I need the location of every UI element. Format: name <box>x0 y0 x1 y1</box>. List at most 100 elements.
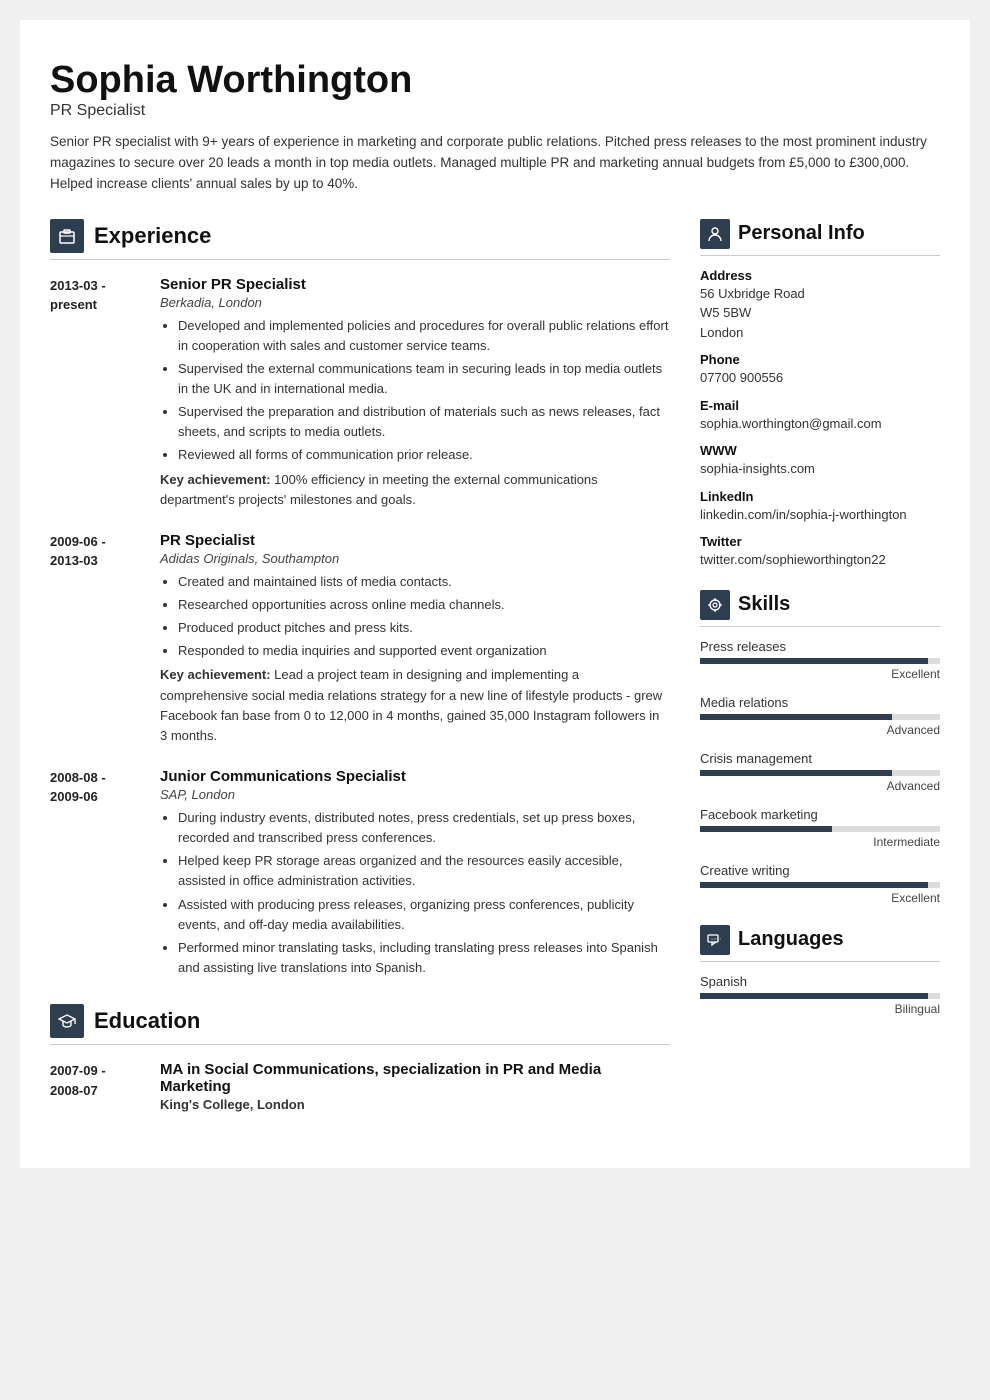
education-section: Education 2007-09 - 2008-07 MA in Social … <box>50 1004 670 1112</box>
experience-section: Experience 2013-03 - presentSenior PR Sp… <box>50 219 670 983</box>
exp-achievement: Key achievement: 100% efficiency in meet… <box>160 470 670 510</box>
skill-item: Crisis management Advanced <box>700 751 940 793</box>
www-label: WWW <box>700 443 940 458</box>
twitter-label: Twitter <box>700 534 940 549</box>
twitter-value: twitter.com/sophieworthington22 <box>700 550 940 570</box>
languages-header: Languages <box>700 925 940 955</box>
skill-item: Facebook marketing Intermediate <box>700 807 940 849</box>
exp-bullet: During industry events, distributed note… <box>178 808 670 848</box>
www-value: sophia-insights.com <box>700 459 940 479</box>
experience-entry: 2009-06 - 2013-03 PR Specialist Adidas Ori… <box>50 532 670 746</box>
skill-name: Creative writing <box>700 863 940 878</box>
education-title: Education <box>94 1008 200 1034</box>
experience-icon <box>50 219 84 253</box>
skill-item: Creative writing Excellent <box>700 863 940 905</box>
experience-divider <box>50 259 670 260</box>
skill-bar-fill <box>700 658 928 664</box>
personal-info-title: Personal Info <box>738 222 865 245</box>
exp-bullet: Performed minor translating tasks, inclu… <box>178 938 670 978</box>
exp-job-title: PR Specialist <box>160 532 670 549</box>
edu-dates: 2007-09 - 2008-07 <box>50 1061 140 1112</box>
experience-title: Experience <box>94 223 211 249</box>
skill-bar-fill <box>700 714 892 720</box>
education-entry: 2007-09 - 2008-07 MA in Social Communicat… <box>50 1061 670 1112</box>
skill-name: Media relations <box>700 695 940 710</box>
exp-bullet: Researched opportunities across online m… <box>178 595 670 615</box>
candidate-title: PR Specialist <box>50 102 940 120</box>
personal-info-header: Personal Info <box>700 219 940 249</box>
exp-bullet: Supervised the preparation and distribut… <box>178 402 670 442</box>
languages-entries: Spanish Bilingual <box>700 974 940 1016</box>
experience-entry: 2013-03 - present Senior PR Specialist Ber… <box>50 276 670 510</box>
exp-bullet: Produced product pitches and press kits. <box>178 618 670 638</box>
skill-item: Press releases Excellent <box>700 639 940 681</box>
personal-info-icon <box>700 219 730 249</box>
education-divider <box>50 1044 670 1045</box>
personal-info-divider <box>700 255 940 256</box>
exp-job-title: Senior PR Specialist <box>160 276 670 293</box>
skill-name: Facebook marketing <box>700 807 940 822</box>
exp-bullets: During industry events, distributed note… <box>160 808 670 978</box>
candidate-summary: Senior PR specialist with 9+ years of ex… <box>50 132 940 195</box>
edu-content: MA in Social Communications, specializat… <box>160 1061 670 1112</box>
languages-icon <box>700 925 730 955</box>
skill-bar-fill <box>700 882 928 888</box>
languages-section: Languages Spanish Bilingual <box>700 925 940 1016</box>
skill-level: Advanced <box>700 723 940 737</box>
exp-dates: 2009-06 - 2013-03 <box>50 532 140 746</box>
skill-level: Advanced <box>700 779 940 793</box>
candidate-name: Sophia Worthington <box>50 60 940 102</box>
exp-bullets: Created and maintained lists of media co… <box>160 572 670 662</box>
exp-company: SAP, London <box>160 787 670 802</box>
skills-section: Skills Press releases Excellent Media rela… <box>700 590 940 905</box>
exp-company: Berkadia, London <box>160 295 670 310</box>
personal-info-section: Personal Info Address 56 Uxbridge RoadW5… <box>700 219 940 570</box>
exp-company: Adidas Originals, Southampton <box>160 551 670 566</box>
skill-bar-fill <box>700 770 892 776</box>
exp-dates: 2013-03 - present <box>50 276 140 510</box>
skill-bar-bg <box>700 714 940 720</box>
exp-dates: 2008-08 - 2009-06 <box>50 768 140 982</box>
language-level: Bilingual <box>700 1002 940 1016</box>
skills-divider <box>700 626 940 627</box>
skills-title: Skills <box>738 593 790 616</box>
skill-item: Media relations Advanced <box>700 695 940 737</box>
address-value: 56 Uxbridge RoadW5 5BWLondon <box>700 284 940 343</box>
linkedin-label: LinkedIn <box>700 489 940 504</box>
left-column: Experience 2013-03 - presentSenior PR Sp… <box>50 219 670 1129</box>
skills-entries: Press releases Excellent Media relations Ad… <box>700 639 940 905</box>
skill-name: Crisis management <box>700 751 940 766</box>
exp-bullet: Helped keep PR storage areas organized a… <box>178 851 670 891</box>
resume-header: Sophia Worthington PR Specialist Senior … <box>50 60 940 195</box>
exp-job-title: Junior Communications Specialist <box>160 768 670 785</box>
edu-degree: MA in Social Communications, specializat… <box>160 1061 670 1095</box>
skill-name: Press releases <box>700 639 940 654</box>
exp-bullet: Supervised the external communications t… <box>178 359 670 399</box>
experience-entry: 2008-08 - 2009-06Junior Communications S… <box>50 768 670 982</box>
resume-page: Sophia Worthington PR Specialist Senior … <box>20 20 970 1168</box>
skill-level: Excellent <box>700 667 940 681</box>
skill-bar-bg <box>700 882 940 888</box>
exp-content: Junior Communications Specialist SAP, Lon… <box>160 768 670 982</box>
education-section-header: Education <box>50 1004 670 1038</box>
exp-bullet: Responded to media inquiries and support… <box>178 641 670 661</box>
linkedin-value: linkedin.com/in/sophia-j-worthington <box>700 505 940 525</box>
language-name: Spanish <box>700 974 940 989</box>
exp-bullets: Developed and implemented policies and p… <box>160 316 670 466</box>
phone-label: Phone <box>700 352 940 367</box>
language-item: Spanish Bilingual <box>700 974 940 1016</box>
language-bar-bg <box>700 993 940 999</box>
skill-bar-fill <box>700 826 832 832</box>
skill-bar-bg <box>700 658 940 664</box>
skills-header: Skills <box>700 590 940 620</box>
exp-bullet: Assisted with producing press releases, … <box>178 895 670 935</box>
exp-achievement: Key achievement: Lead a project team in … <box>160 665 670 746</box>
email-label: E-mail <box>700 398 940 413</box>
exp-content: Senior PR Specialist Berkadia, London Deve… <box>160 276 670 510</box>
phone-value: 07700 900556 <box>700 368 940 388</box>
exp-content: PR Specialist Adidas Originals, Southampt… <box>160 532 670 746</box>
skill-level: Intermediate <box>700 835 940 849</box>
skill-level: Excellent <box>700 891 940 905</box>
education-icon <box>50 1004 84 1038</box>
skills-icon <box>700 590 730 620</box>
